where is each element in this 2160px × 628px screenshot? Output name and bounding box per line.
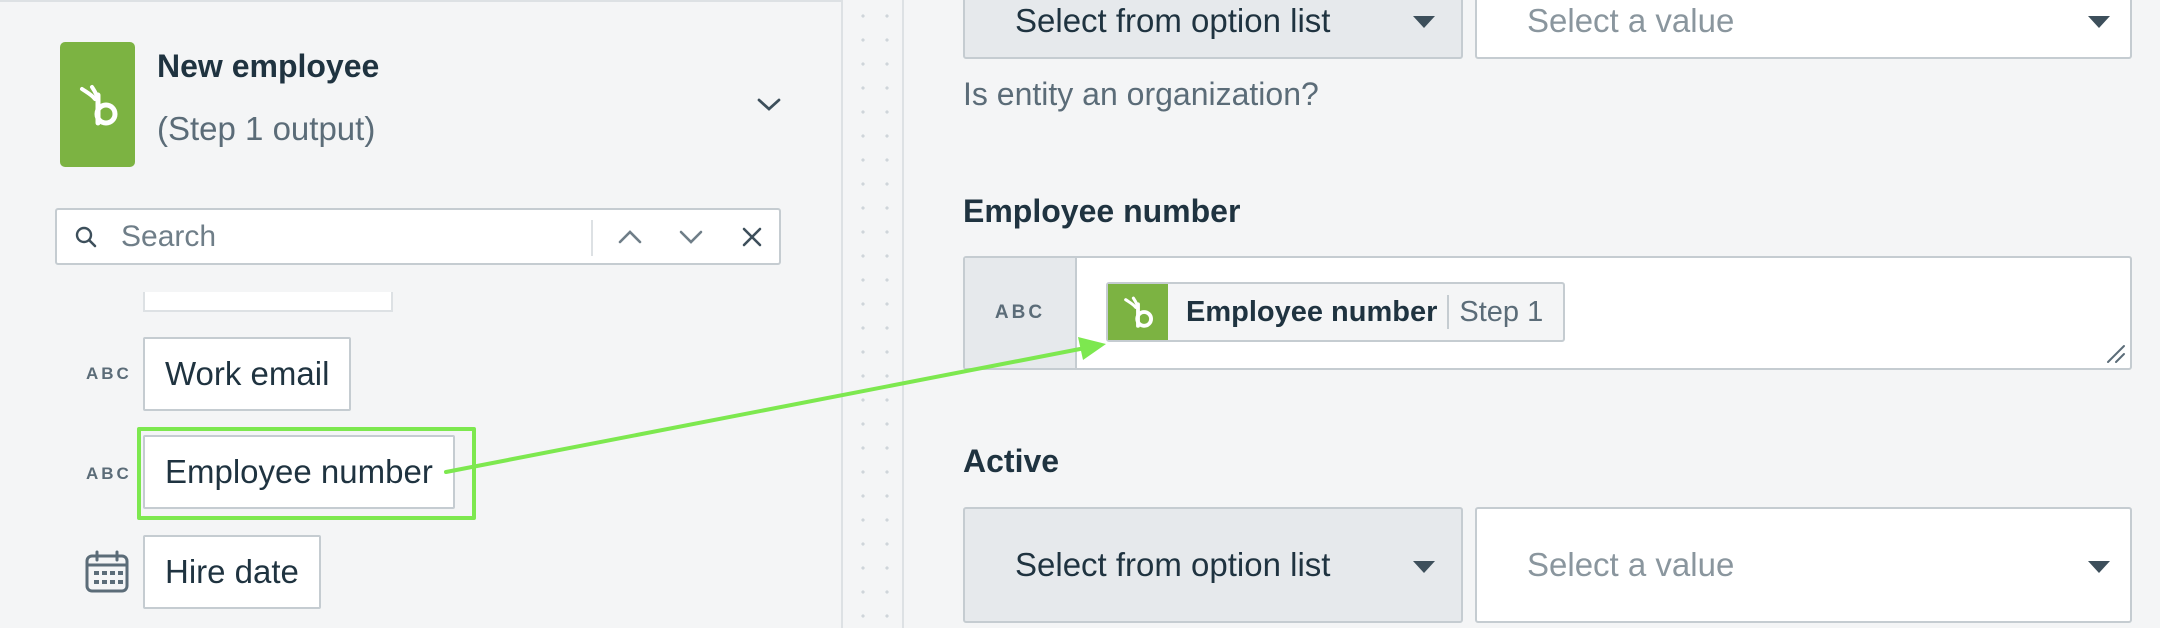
step-subtitle: (Step 1 output) — [157, 110, 376, 147]
calendar-icon — [84, 550, 130, 594]
active-option-mode-dropdown[interactable]: Select from option list — [963, 507, 1463, 623]
drag-highlight — [137, 427, 476, 520]
caret-down-icon — [2088, 561, 2110, 573]
type-abc-label: ABC — [965, 258, 1077, 368]
step-title: New employee — [157, 48, 380, 84]
datapill-partial[interactable] — [143, 292, 393, 312]
bamboohr-logo-icon — [1108, 284, 1168, 340]
select-placeholder: Select a value — [1527, 546, 1735, 583]
previous-match-chevron-up-icon[interactable] — [612, 222, 648, 252]
collapse-chevron-icon[interactable] — [754, 92, 784, 116]
caret-down-icon — [1413, 16, 1435, 28]
step-output-panel: New employee (Step 1 output) ABC Work em… — [0, 0, 843, 628]
type-abc-label: ABC — [86, 464, 132, 483]
select-placeholder: Select a value — [1527, 1, 1735, 39]
caret-down-icon — [1413, 561, 1435, 573]
active-value-select[interactable]: Select a value — [1475, 507, 2132, 623]
value-select-top[interactable]: Select a value — [1475, 0, 2132, 59]
active-label: Active — [963, 443, 1060, 479]
search-divider — [591, 220, 593, 256]
clear-search-close-icon[interactable] — [735, 222, 769, 252]
bamboohr-logo-icon — [60, 42, 135, 167]
field-hint: Is entity an organization? — [963, 76, 1319, 112]
dropdown-label: Select from option list — [1015, 546, 1331, 583]
dropdown-label: Select from option list — [1015, 1, 1331, 39]
panel-divider — [902, 0, 904, 628]
type-abc-label: ABC — [86, 364, 132, 383]
next-match-chevron-down-icon[interactable] — [673, 222, 709, 252]
search-icon — [73, 224, 99, 250]
employee-number-label: Employee number — [963, 193, 1241, 229]
mapped-datapill-name: Employee number — [1186, 295, 1438, 328]
datapill-search — [55, 208, 781, 265]
caret-down-icon — [2088, 16, 2110, 28]
resize-handle-icon[interactable] — [2104, 342, 2126, 364]
mapped-datapill-step: Step 1 — [1459, 295, 1544, 328]
canvas-gutter — [845, 0, 903, 628]
employee-number-input[interactable]: ABC Employee number Step 1 — [963, 256, 2132, 370]
option-mode-dropdown-top[interactable]: Select from option list — [963, 0, 1463, 59]
search-input[interactable] — [121, 218, 641, 256]
datapill-hire-date[interactable]: Hire date — [143, 535, 321, 609]
datapill-work-email[interactable]: Work email — [143, 337, 352, 411]
mapped-datapill-employee-number[interactable]: Employee number Step 1 — [1106, 282, 1566, 342]
